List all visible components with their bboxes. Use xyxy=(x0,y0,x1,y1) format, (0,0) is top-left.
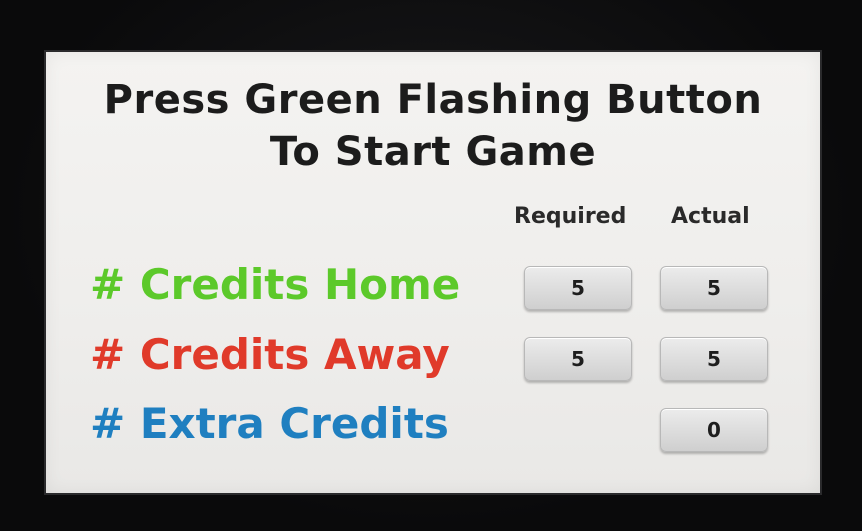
column-header-required: Required xyxy=(514,204,627,229)
game-screen: Press Green Flashing Button To Start Gam… xyxy=(46,52,820,493)
extra-credits-actual-button[interactable]: 0 xyxy=(660,408,768,452)
credits-away-actual-button[interactable]: 5 xyxy=(660,337,768,381)
credits-away-required-button[interactable]: 5 xyxy=(524,337,632,381)
extra-credits-label: # Extra Credits xyxy=(90,399,449,448)
device-bezel: Press Green Flashing Button To Start Gam… xyxy=(0,0,862,531)
start-instructions: Press Green Flashing Button To Start Gam… xyxy=(46,74,820,178)
title-line-1: Press Green Flashing Button xyxy=(103,77,763,123)
credits-home-actual-button[interactable]: 5 xyxy=(660,266,768,310)
credits-home-label: # Credits Home xyxy=(90,260,461,309)
credits-home-required-button[interactable]: 5 xyxy=(524,266,632,310)
credits-away-label: # Credits Away xyxy=(90,330,450,379)
column-header-actual: Actual xyxy=(671,204,750,229)
title-line-2: To Start Game xyxy=(269,129,597,175)
